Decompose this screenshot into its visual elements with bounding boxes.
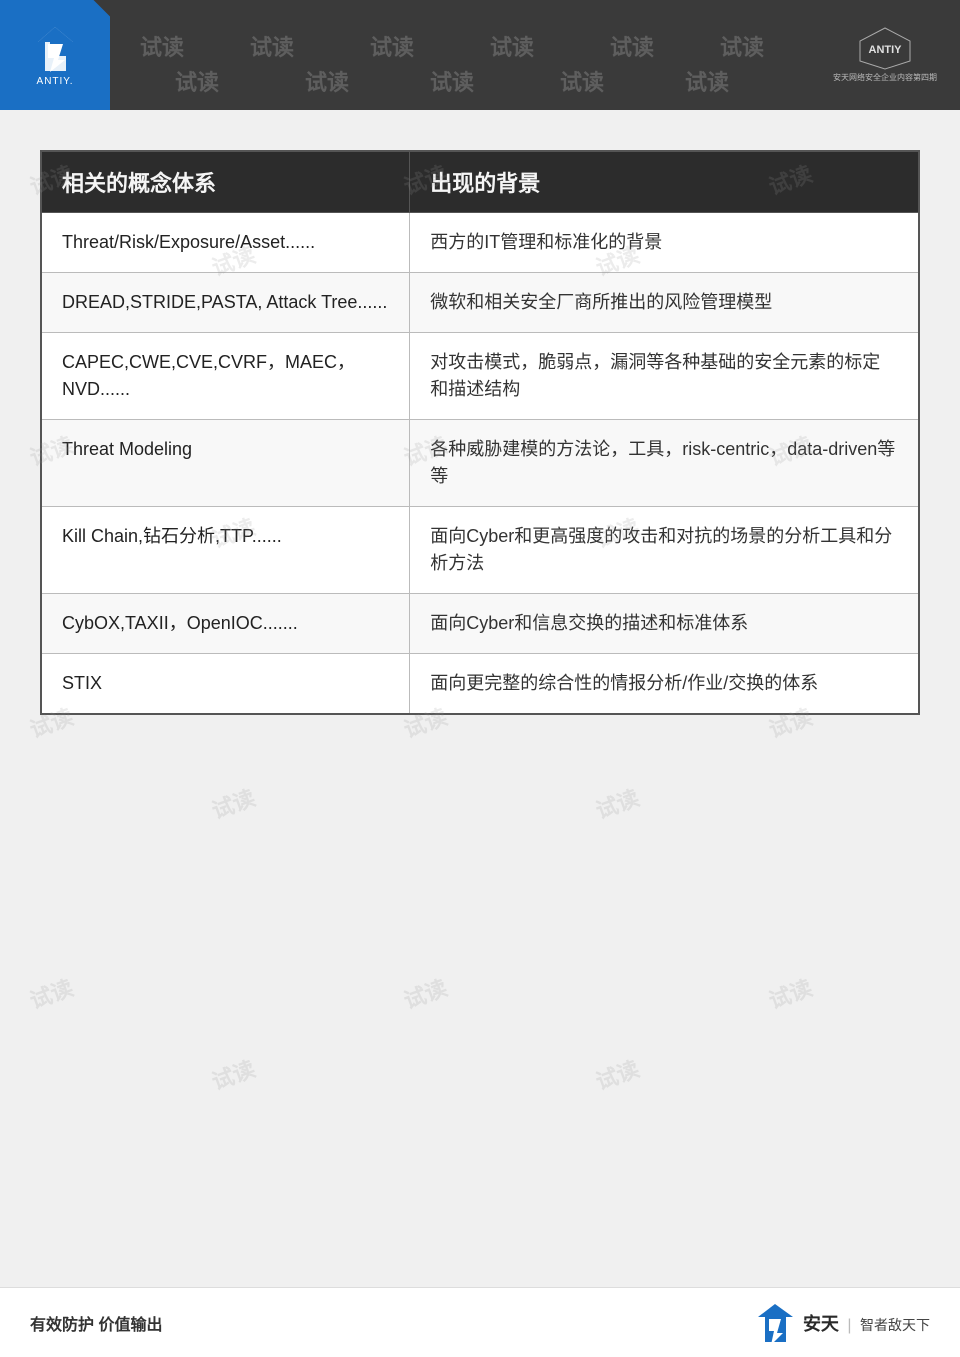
- svg-text:ANTIY: ANTIY: [869, 44, 903, 56]
- table-cell-left: Threat/Risk/Exposure/Asset......: [41, 213, 410, 273]
- table-cell-right: 面向Cyber和信息交换的描述和标准体系: [410, 594, 919, 654]
- table-row: Threat Modeling各种威胁建模的方法论，工具，risk-centri…: [41, 420, 919, 507]
- table-cell-right: 面向更完整的综合性的情报分析/作业/交换的体系: [410, 654, 919, 715]
- table-row: STIX面向更完整的综合性的情报分析/作业/交换的体系: [41, 654, 919, 715]
- footer-logo-icon: [753, 1303, 798, 1343]
- table-cell-left: STIX: [41, 654, 410, 715]
- page-wm-17: 试读: [399, 970, 451, 1015]
- table-cell-right: 面向Cyber和更高强度的攻击和对抗的场景的分析工具和分析方法: [410, 507, 919, 594]
- table-cell-left: CAPEC,CWE,CVE,CVRF，MAEC，NVD......: [41, 333, 410, 420]
- main-content: 相关的概念体系 出现的背景 Threat/Risk/Exposure/Asset…: [0, 110, 960, 745]
- footer-brand-name: 安天: [803, 1314, 839, 1334]
- footer: 有效防护 价值输出 安天 | 智者敌天下: [0, 1287, 960, 1357]
- header: ANTIY. 试读 试读 试读 试读 试读 试读 试读 试读 试读 试读 试读 …: [0, 0, 960, 110]
- table-header-col2: 出现的背景: [410, 151, 919, 213]
- table-cell-right: 西方的IT管理和标准化的背景: [410, 213, 919, 273]
- table-header-col1: 相关的概念体系: [41, 151, 410, 213]
- header-brand-right: ANTIY 安天网络安全企业内容第四期: [825, 15, 945, 95]
- concept-table: 相关的概念体系 出现的背景 Threat/Risk/Exposure/Asset…: [40, 150, 920, 715]
- header-brand-icon: ANTIY: [855, 26, 915, 71]
- header-wm-6: 试读: [720, 30, 764, 62]
- table-row: Threat/Risk/Exposure/Asset......西方的IT管理和…: [41, 213, 919, 273]
- table-cell-right: 对攻击模式，脆弱点，漏洞等各种基础的安全元素的标定和描述结构: [410, 333, 919, 420]
- header-wm-8: 试读: [305, 65, 349, 97]
- table-cell-left: Threat Modeling: [41, 420, 410, 507]
- header-wm-5: 试读: [610, 30, 654, 62]
- table-row: Kill Chain,钻石分析,TTP......面向Cyber和更高强度的攻击…: [41, 507, 919, 594]
- page-wm-18: 试读: [591, 1052, 643, 1097]
- page-wm-15: 试读: [25, 970, 77, 1015]
- table-row: CAPEC,CWE,CVE,CVRF，MAEC，NVD......对攻击模式，脆…: [41, 333, 919, 420]
- header-watermark-area: 试读 试读 试读 试读 试读 试读 试读 试读 试读 试读 试读: [110, 0, 825, 110]
- page-wm-11: 试读: [207, 780, 259, 825]
- header-wm-4: 试读: [490, 30, 534, 62]
- logo-text: ANTIY.: [37, 76, 74, 87]
- footer-brand: 安天 | 智者敌天下: [753, 1303, 930, 1343]
- table-cell-left: DREAD,STRIDE,PASTA, Attack Tree......: [41, 273, 410, 333]
- page-wm-19: 试读: [764, 970, 816, 1015]
- header-brand-subtitle: 安天网络安全企业内容第四期: [833, 73, 937, 83]
- footer-tagline: 有效防护 价值输出: [30, 1311, 162, 1335]
- header-wm-3: 试读: [370, 30, 414, 62]
- table-row: DREAD,STRIDE,PASTA, Attack Tree......微软和…: [41, 273, 919, 333]
- header-wm-11: 试读: [685, 65, 729, 97]
- table-cell-right: 微软和相关安全厂商所推出的风险管理模型: [410, 273, 919, 333]
- table-cell-right: 各种威胁建模的方法论，工具，risk-centric，data-driven等等: [410, 420, 919, 507]
- antiy-logo-icon: [28, 24, 83, 74]
- footer-brand-sub: 智者敌天下: [860, 1317, 930, 1333]
- header-wm-2: 试读: [250, 30, 294, 62]
- header-wm-7: 试读: [175, 65, 219, 97]
- table-cell-left: Kill Chain,钻石分析,TTP......: [41, 507, 410, 594]
- page-wm-16: 试读: [207, 1052, 259, 1097]
- footer-brand-labels: 安天 | 智者敌天下: [803, 1310, 930, 1336]
- table-cell-left: CybOX,TAXII，OpenIOC.......: [41, 594, 410, 654]
- header-wm-9: 试读: [430, 65, 474, 97]
- header-wm-1: 试读: [140, 30, 184, 62]
- table-row: CybOX,TAXII，OpenIOC.......面向Cyber和信息交换的描…: [41, 594, 919, 654]
- header-wm-10: 试读: [560, 65, 604, 97]
- page-wm-13: 试读: [591, 780, 643, 825]
- logo-area: ANTIY.: [0, 0, 110, 110]
